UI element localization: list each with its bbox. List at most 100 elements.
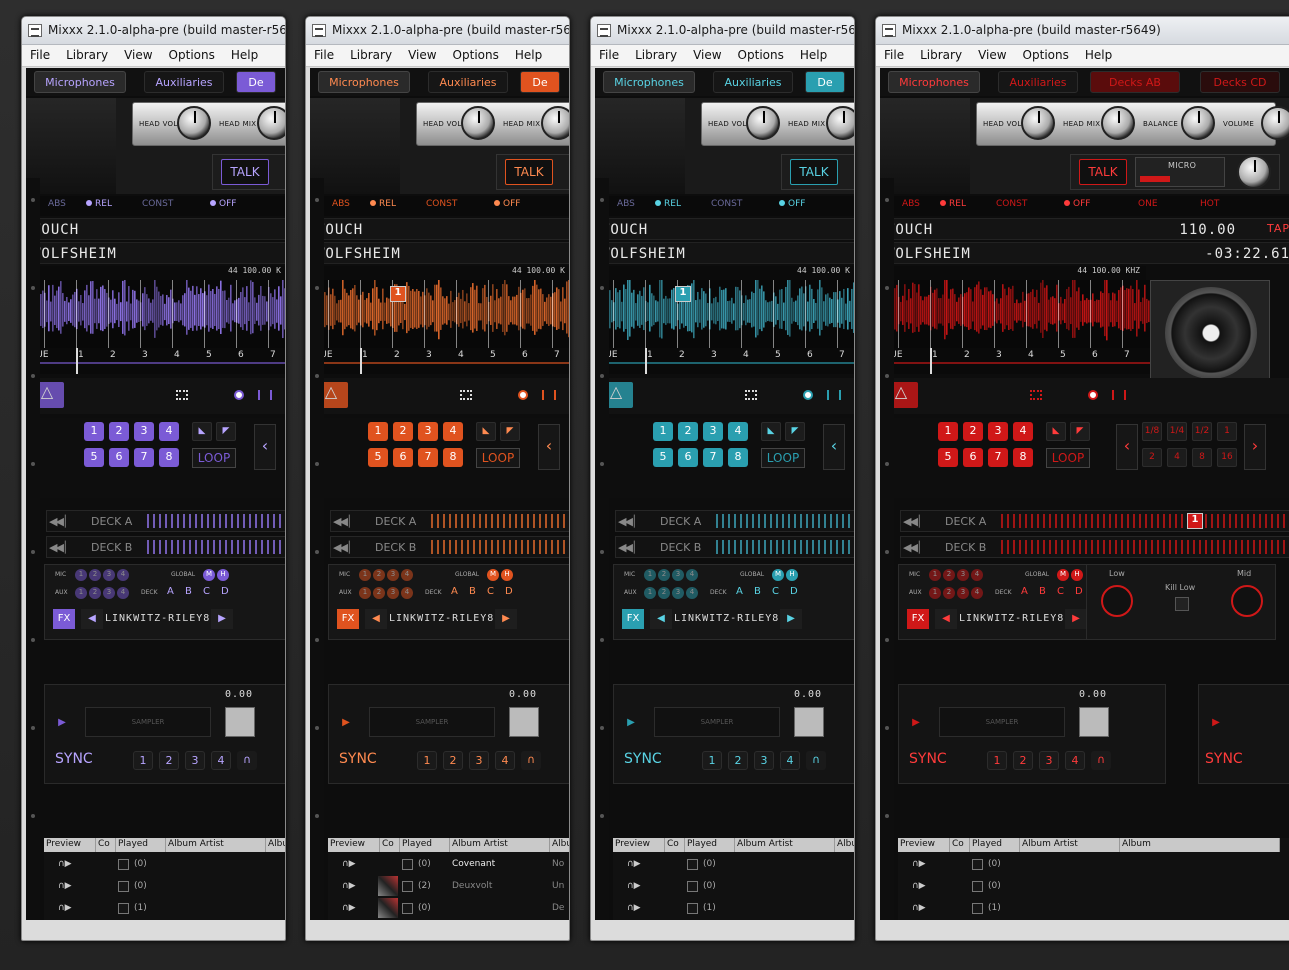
preview-icon[interactable]: ∩▶ (912, 859, 926, 869)
waveform[interactable]: 1 (880, 280, 1150, 348)
hotcue-pad-8[interactable]: 8 (443, 448, 463, 467)
mic-assign-3[interactable]: 3 (672, 569, 684, 581)
aux-assign-1[interactable]: 1 (359, 587, 371, 599)
deck-a-hotcue-marker[interactable]: 1 (1187, 513, 1203, 529)
preview-icon[interactable]: ∩▶ (58, 859, 72, 869)
sampler-pad-2[interactable]: 2 (1013, 751, 1033, 770)
sampler-preview[interactable] (509, 707, 539, 737)
sampler-play[interactable]: ▶ (620, 713, 642, 733)
mode-off[interactable]: OFF (779, 199, 805, 209)
effect-next[interactable]: ▶ (495, 609, 517, 629)
mic-assign-4[interactable]: 4 (686, 569, 698, 581)
sync-button[interactable]: SYNC (339, 751, 377, 767)
tab-decks-ab[interactable]: Decks AB (1090, 71, 1180, 93)
playhead[interactable] (76, 348, 78, 374)
library-row[interactable]: ∩▶ (1) (898, 898, 1289, 920)
tab-decks-cd[interactable]: Decks CD (1200, 71, 1280, 93)
played-checkbox[interactable] (402, 881, 413, 892)
playhead[interactable] (930, 348, 932, 374)
deck-assign-A[interactable]: A (1021, 586, 1028, 597)
column-header-album[interactable]: Album (266, 838, 285, 852)
hotcue-pad-6[interactable]: 6 (963, 448, 983, 467)
mic-assign-1[interactable]: 1 (359, 569, 371, 581)
library-row[interactable]: ∩▶ (0) (44, 854, 285, 876)
cue-in-button[interactable]: ◣ (1046, 422, 1066, 441)
loop-prev-arrow[interactable]: ‹ (538, 424, 560, 470)
volume-knob[interactable] (1261, 106, 1289, 140)
library-row[interactable]: ∩▶ (0) (898, 876, 1289, 898)
sampler-slot[interactable]: SAMPLER (85, 707, 211, 737)
menu-file[interactable]: File (591, 45, 627, 62)
menu-options[interactable]: Options (161, 45, 223, 62)
sampler-pad-3[interactable]: 3 (185, 751, 205, 770)
micro-gain-knob[interactable] (1237, 155, 1271, 189)
played-checkbox[interactable] (687, 859, 698, 870)
tab-decks-ab[interactable]: De (805, 71, 845, 93)
mode-rel[interactable]: REL (940, 199, 966, 209)
mode-off[interactable]: OFF (1064, 199, 1090, 209)
sampler-play[interactable]: ▶ (905, 713, 927, 733)
fx-button[interactable]: FX (337, 609, 359, 629)
library-row[interactable]: ∩▶ (1) (44, 898, 285, 920)
preview-icon[interactable]: ∩▶ (627, 859, 641, 869)
sampler-pad-4[interactable]: 4 (1065, 751, 1085, 770)
hotcue-pad-1[interactable]: 1 (368, 422, 388, 441)
hotcue-pad-6[interactable]: 6 (393, 448, 413, 467)
cue-in-button[interactable]: ◣ (192, 422, 212, 441)
loop-button[interactable]: LOOP (761, 448, 805, 468)
mode-abs[interactable]: ABS (902, 199, 920, 209)
mic-assign-3[interactable]: 3 (103, 569, 115, 581)
column-header-preview[interactable]: Preview (898, 838, 950, 852)
record-icon[interactable] (518, 390, 528, 400)
hotcue-pad-7[interactable]: 7 (988, 448, 1008, 467)
played-checkbox[interactable] (402, 859, 413, 870)
library-row[interactable]: ∩▶ (0) De (328, 898, 569, 920)
hotcue-pad-5[interactable]: 5 (938, 448, 958, 467)
fx-button[interactable]: FX (53, 609, 75, 629)
head-vol-knob[interactable] (177, 106, 211, 140)
menu-file[interactable]: File (876, 45, 912, 62)
deck-assign-B[interactable]: B (185, 586, 192, 597)
library-row[interactable]: ∩▶ (0) (613, 854, 854, 876)
sampler-pad-3[interactable]: 3 (469, 751, 489, 770)
sampler-preview[interactable] (794, 707, 824, 737)
mode-abs[interactable]: ABS (48, 199, 66, 209)
headphone-cue-icon[interactable]: ∩ (521, 751, 541, 770)
sampler-slot[interactable]: SAMPLER (369, 707, 495, 737)
deck-a-overview[interactable]: ◀◀│ DECK A (46, 510, 285, 532)
loop-button[interactable]: LOOP (476, 448, 520, 468)
grid-icon[interactable] (176, 390, 188, 400)
played-checkbox[interactable] (118, 903, 129, 914)
loop-prev-arrow[interactable]: ‹ (254, 424, 276, 470)
bars-icon[interactable] (827, 390, 841, 400)
balance-knob[interactable] (1181, 106, 1215, 140)
hotcue-pad-8[interactable]: 8 (1013, 448, 1033, 467)
cue-out-button[interactable]: ◤ (216, 422, 236, 441)
tab-decks-ab[interactable]: De (520, 71, 560, 93)
hotcue-pad-2[interactable]: 2 (678, 422, 698, 441)
played-checkbox[interactable] (687, 881, 698, 892)
loop-prev-arrow[interactable]: ‹ (823, 424, 845, 470)
played-checkbox[interactable] (972, 881, 983, 892)
preview-icon[interactable]: ∩▶ (912, 881, 926, 891)
effect-next[interactable]: ▶ (1065, 609, 1087, 629)
mode-one[interactable]: ONE (1138, 199, 1158, 209)
hotcue-pad-5[interactable]: 5 (84, 448, 104, 467)
effect-prev[interactable]: ◀ (365, 609, 387, 629)
mic-assign-2[interactable]: 2 (89, 569, 101, 581)
menu-library[interactable]: Library (342, 45, 400, 62)
menu-view[interactable]: View (970, 45, 1014, 62)
mode-off[interactable]: OFF (210, 199, 236, 209)
deck-a-overview[interactable]: ◀◀│ DECK A 1 (900, 510, 1289, 532)
record-icon[interactable] (234, 390, 244, 400)
sync-button[interactable]: SYNC (624, 751, 662, 767)
aux-assign-1[interactable]: 1 (644, 587, 656, 599)
deck-assign-C[interactable]: C (487, 586, 494, 597)
played-checkbox[interactable] (402, 903, 413, 914)
sync-button[interactable]: SYNC (55, 751, 93, 767)
cue-out-button[interactable]: ◤ (1070, 422, 1090, 441)
fx-button[interactable]: FX (622, 609, 644, 629)
head-mix-knob[interactable] (1101, 106, 1135, 140)
head-vol-knob[interactable] (1021, 106, 1055, 140)
bars-icon[interactable] (1112, 390, 1126, 400)
